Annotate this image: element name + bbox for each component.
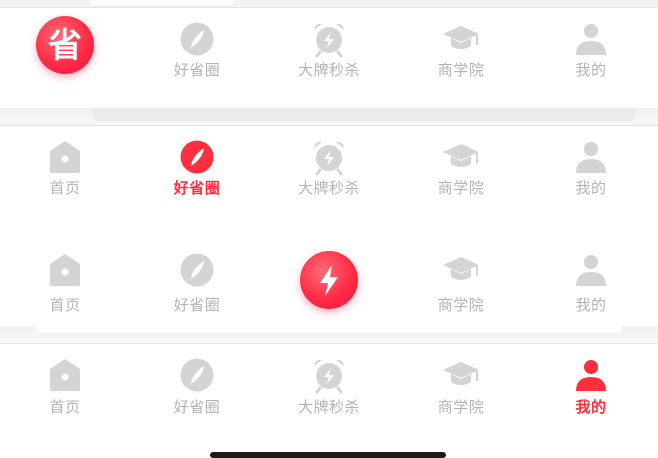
tab-person[interactable]: 我的 <box>541 7 641 107</box>
compass-icon <box>177 19 217 59</box>
graduation-cap-icon <box>441 250 481 290</box>
tab-label: 商学院 <box>437 179 485 197</box>
tab-label: 商学院 <box>437 296 485 314</box>
person-icon <box>571 137 611 177</box>
tab-graduation-cap[interactable]: 商学院 <box>411 125 511 225</box>
alarm-clock-icon <box>309 19 349 59</box>
tab-alarm-clock[interactable]: 大牌秒杀 <box>279 343 379 443</box>
tab-label: 好省圈 <box>173 61 221 79</box>
tab-label: 我的 <box>575 296 607 314</box>
home-icon <box>45 137 85 177</box>
top-notch <box>88 0 236 7</box>
tab-person[interactable]: 我的 <box>541 125 641 225</box>
tab-compass[interactable]: 好省圈 <box>147 343 247 443</box>
alarm-clock-icon <box>309 137 349 177</box>
tab-home[interactable]: 首页 <box>15 240 115 340</box>
tab-compass[interactable]: 好省圈 <box>147 7 247 107</box>
tab-home[interactable]: 首页 <box>15 343 115 443</box>
tab-label: 首页 <box>49 398 81 416</box>
tab-label: 我的 <box>575 61 607 79</box>
tab-label: 商学院 <box>437 61 485 79</box>
bar-flash-center: 首页 好省圈 商学院 我的 <box>0 240 658 340</box>
graduation-cap-icon <box>441 19 481 59</box>
compass-icon <box>177 137 217 177</box>
compass-icon <box>177 355 217 395</box>
tab-alarm-clock[interactable]: 大牌秒杀 <box>279 125 379 225</box>
tab-label: 好省圈 <box>173 398 221 416</box>
tab-label: 首页 <box>49 296 81 314</box>
tab-label: 大牌秒杀 <box>297 61 360 79</box>
graduation-cap-icon <box>441 355 481 395</box>
tab-label: 好省圈 <box>173 296 221 314</box>
tab-compass[interactable]: 好省圈 <box>147 240 247 340</box>
bar-mine-active: 首页 好省圈 大牌秒杀 商学院 我的 <box>0 343 658 443</box>
person-icon <box>571 19 611 59</box>
home-icon <box>45 355 85 395</box>
tab-person[interactable]: 我的 <box>541 240 641 340</box>
tab-label: 商学院 <box>437 398 485 416</box>
lightning-icon[interactable] <box>300 251 358 309</box>
person-icon <box>571 355 611 395</box>
tab-home[interactable]: 首页 <box>15 125 115 225</box>
tab-person[interactable]: 我的 <box>541 343 641 443</box>
alarm-clock-icon <box>309 355 349 395</box>
tab-label: 我的 <box>575 179 607 197</box>
tab-graduation-cap[interactable]: 商学院 <box>411 343 511 443</box>
tab-compass[interactable]: 好省圈 <box>147 125 247 225</box>
tab-graduation-cap[interactable]: 商学院 <box>411 7 511 107</box>
tab-label: 首页 <box>49 179 81 197</box>
home-indicator <box>210 452 446 458</box>
tab-alarm-clock[interactable]: 大牌秒杀 <box>279 7 379 107</box>
tab-lightning[interactable] <box>279 240 379 340</box>
bar-save-center: 省好省圈 大牌秒杀 商学院 我的 <box>0 7 658 107</box>
tab-save-logo[interactable]: 省 <box>15 7 115 107</box>
tab-label: 大牌秒杀 <box>297 398 360 416</box>
bar-haoshengquan-active: 首页 好省圈 大牌秒杀 商学院 我的 <box>0 125 658 225</box>
svg-text:省: 省 <box>48 26 82 66</box>
tab-graduation-cap[interactable]: 商学院 <box>411 240 511 340</box>
person-icon <box>571 250 611 290</box>
tab-label: 好省圈 <box>173 179 221 197</box>
graduation-cap-icon <box>441 137 481 177</box>
compass-icon <box>177 250 217 290</box>
tab-label: 大牌秒杀 <box>297 179 360 197</box>
tab-label: 我的 <box>575 398 607 416</box>
separator-1-inner <box>92 108 636 121</box>
save-logo-icon[interactable]: 省 <box>36 16 94 74</box>
separator-1 <box>0 108 658 126</box>
home-icon <box>45 250 85 290</box>
